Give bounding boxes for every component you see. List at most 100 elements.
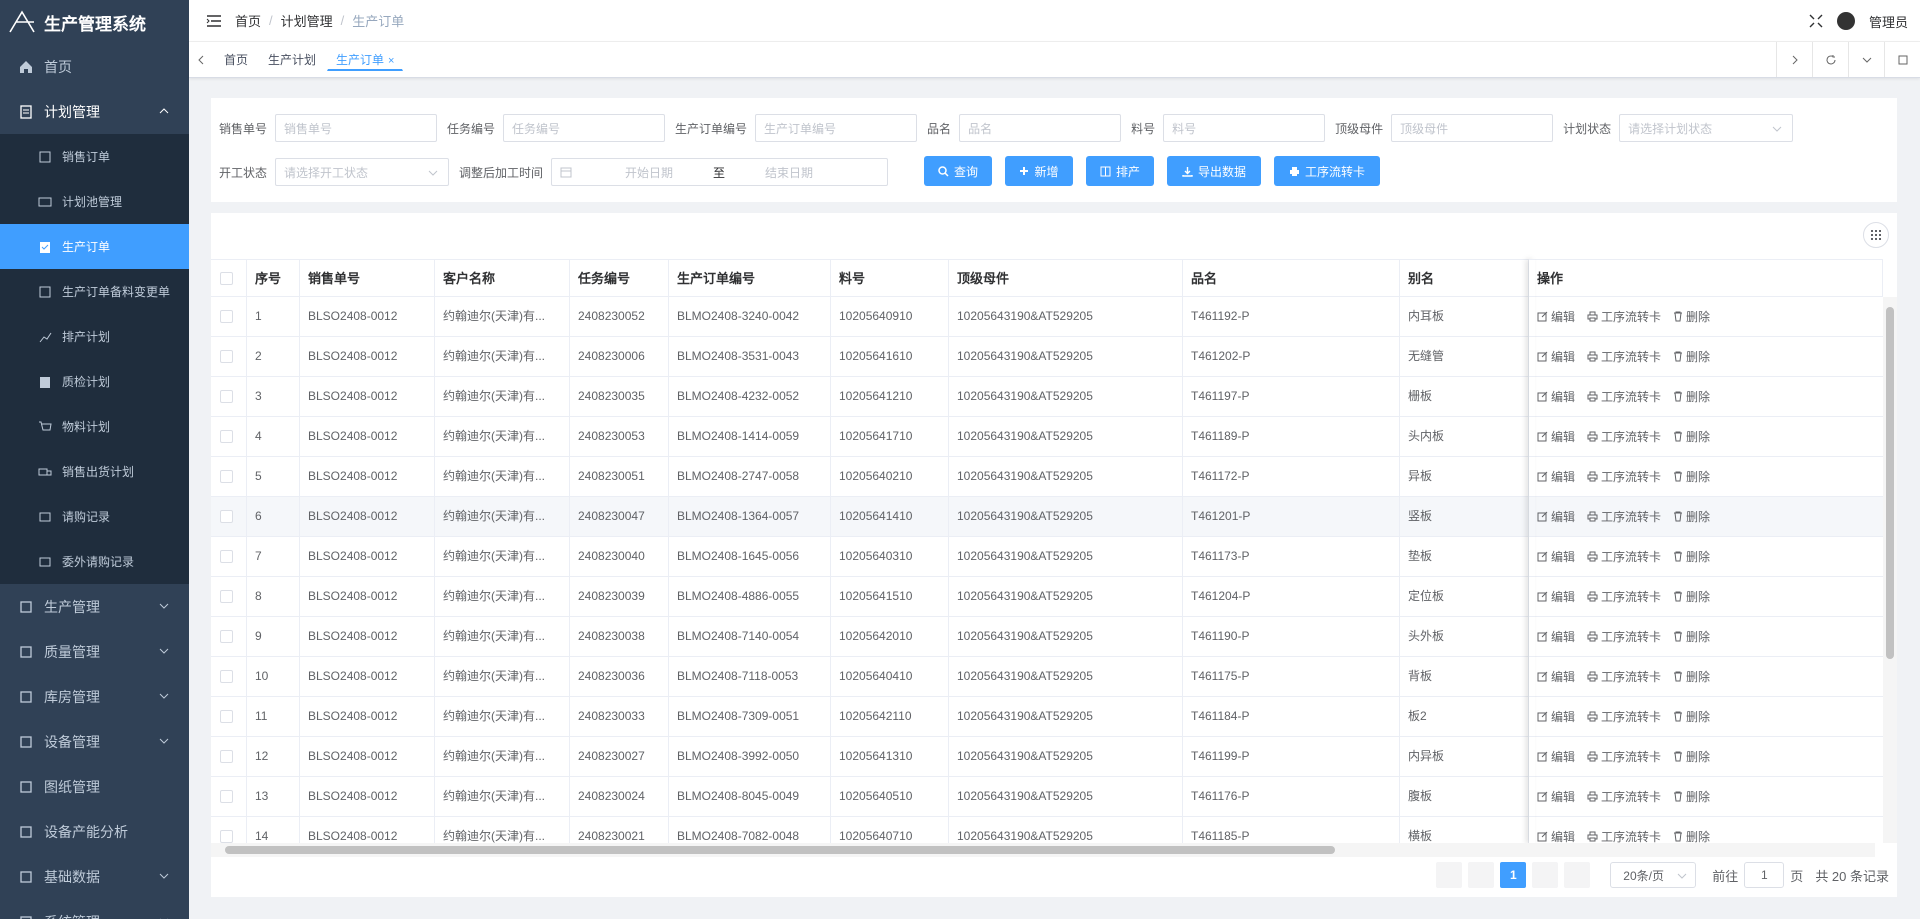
column-header[interactable]: 生产订单编号 <box>669 260 831 297</box>
order-no-input[interactable]: 生产订单编号 <box>755 114 918 142</box>
edit-button[interactable]: 编辑 <box>1537 708 1575 725</box>
column-header[interactable]: 客户名称 <box>435 260 570 297</box>
top-parent-input[interactable]: 顶级母件 <box>1391 114 1554 142</box>
menu-group[interactable]: 设备产能分析 <box>0 809 189 854</box>
delete-button[interactable]: 删除 <box>1673 388 1710 405</box>
edit-button[interactable]: 编辑 <box>1537 428 1575 445</box>
fullscreen-icon[interactable] <box>1809 14 1823 28</box>
edit-button[interactable]: 编辑 <box>1537 548 1575 565</box>
delete-button[interactable]: 删除 <box>1673 588 1710 605</box>
delete-button[interactable]: 删除 <box>1673 468 1710 485</box>
page-jump-input[interactable]: 1 <box>1744 862 1785 888</box>
flowcard-link[interactable]: 工序流转卡 <box>1587 548 1661 565</box>
menu-group[interactable]: 基础数据 <box>0 854 189 899</box>
material-input[interactable]: 料号 <box>1163 114 1326 142</box>
submenu-material-plan[interactable]: 物料计划 <box>0 404 189 449</box>
column-header[interactable]: 序号 <box>247 260 300 297</box>
submenu-qc-plan[interactable]: 质检计划 <box>0 359 189 404</box>
row-checkbox[interactable] <box>220 630 233 643</box>
submenu-production-order[interactable]: 生产订单 <box>0 224 189 269</box>
page-number[interactable]: 1 <box>1500 862 1527 888</box>
flowcard-link[interactable]: 工序流转卡 <box>1587 508 1661 525</box>
table-row[interactable]: 12 BLSO2408-0012 约翰迪尔(天津)有... 2408230027 BLM… <box>211 737 1883 777</box>
table-row[interactable]: 10 BLSO2408-0012 约翰迪尔(天津)有... 2408230036 BLM… <box>211 657 1883 697</box>
delete-button[interactable]: 删除 <box>1673 828 1710 843</box>
menu-group[interactable]: 库房管理 <box>0 674 189 719</box>
end-date-input[interactable]: 结束日期 <box>734 164 844 181</box>
row-checkbox[interactable] <box>220 790 233 803</box>
edit-button[interactable]: 编辑 <box>1537 468 1575 485</box>
table-row[interactable]: 7 BLSO2408-0012 约翰迪尔(天津)有... 2408230040 BLMO… <box>211 537 1883 577</box>
row-checkbox[interactable] <box>220 590 233 603</box>
table-row[interactable]: 13 BLSO2408-0012 约翰迪尔(天津)有... 2408230024 BLM… <box>211 777 1883 817</box>
delete-button[interactable]: 删除 <box>1673 508 1710 525</box>
add-button[interactable]: 新增 <box>1005 156 1073 186</box>
table-row[interactable]: 11 BLSO2408-0012 约翰迪尔(天津)有... 2408230033 BLM… <box>211 697 1883 737</box>
row-checkbox[interactable] <box>220 510 233 523</box>
menu-group[interactable]: 系统管理 <box>0 899 189 919</box>
table-row[interactable]: 14 BLSO2408-0012 约翰迪尔(天津)有... 2408230021 BLM… <box>211 817 1883 843</box>
row-checkbox[interactable] <box>220 350 233 363</box>
column-header[interactable]: 销售单号 <box>300 260 435 297</box>
menu-group[interactable]: 设备管理 <box>0 719 189 764</box>
vertical-scrollbar[interactable] <box>1883 297 1897 843</box>
table-row[interactable]: 4 BLSO2408-0012 约翰迪尔(天津)有... 2408230053 BLMO… <box>211 417 1883 457</box>
delete-button[interactable]: 删除 <box>1673 308 1710 325</box>
refresh-icon[interactable] <box>1812 42 1848 77</box>
tags-scroll-right-icon[interactable] <box>1776 42 1812 77</box>
flowcard-link[interactable]: 工序流转卡 <box>1587 748 1661 765</box>
column-header[interactable]: 任务编号 <box>570 260 669 297</box>
next-page-button[interactable] <box>1532 862 1559 888</box>
page-size-select[interactable]: 20条/页 <box>1610 862 1697 888</box>
submenu-shipment-plan[interactable]: 销售出货计划 <box>0 449 189 494</box>
horizontal-scrollbar[interactable] <box>211 843 1875 857</box>
column-header[interactable]: 品名 <box>1183 260 1400 297</box>
edit-button[interactable]: 编辑 <box>1537 788 1575 805</box>
query-button[interactable]: 查询 <box>924 156 992 186</box>
menu-plan[interactable]: 计划管理 <box>0 89 189 134</box>
start-status-select[interactable]: 请选择开工状态 <box>275 158 450 186</box>
menu-group[interactable]: 生产管理 <box>0 584 189 629</box>
tag-production-order[interactable]: 生产订单 × <box>327 49 404 71</box>
task-no-input[interactable]: 任务编号 <box>503 114 666 142</box>
flowcard-link[interactable]: 工序流转卡 <box>1587 788 1661 805</box>
chevron-down-icon[interactable] <box>1848 42 1884 77</box>
row-checkbox[interactable] <box>220 670 233 683</box>
column-settings-button[interactable] <box>1863 222 1889 248</box>
flowcard-link[interactable]: 工序流转卡 <box>1587 668 1661 685</box>
delete-button[interactable]: 删除 <box>1673 628 1710 645</box>
flowcard-link[interactable]: 工序流转卡 <box>1587 388 1661 405</box>
prev-page-button[interactable] <box>1468 862 1495 888</box>
submenu-plan-pool[interactable]: 计划池管理 <box>0 179 189 224</box>
hamburger-icon[interactable] <box>205 12 223 30</box>
first-page-button[interactable] <box>1436 862 1463 888</box>
app-logo[interactable]: 生产管理系统 <box>0 0 189 44</box>
table-row[interactable]: 2 BLSO2408-0012 约翰迪尔(天津)有... 2408230006 BLMO… <box>211 337 1883 377</box>
flowcard-link[interactable]: 工序流转卡 <box>1587 428 1661 445</box>
row-checkbox[interactable] <box>220 550 233 563</box>
avatar[interactable] <box>1836 12 1855 30</box>
submenu-material-change[interactable]: 生产订单备料变更单 <box>0 269 189 314</box>
column-header[interactable]: 顶级母件 <box>949 260 1183 297</box>
delete-button[interactable]: 删除 <box>1673 748 1710 765</box>
plan-status-select[interactable]: 请选择计划状态 <box>1619 114 1794 142</box>
last-page-button[interactable] <box>1564 862 1591 888</box>
flowcard-link[interactable]: 工序流转卡 <box>1587 348 1661 365</box>
edit-button[interactable]: 编辑 <box>1537 828 1575 843</box>
menu-group[interactable]: 质量管理 <box>0 629 189 674</box>
edit-button[interactable]: 编辑 <box>1537 388 1575 405</box>
row-checkbox[interactable] <box>220 430 233 443</box>
close-icon[interactable]: × <box>388 55 394 67</box>
column-header[interactable]: 别名 <box>1400 260 1529 297</box>
delete-button[interactable]: 删除 <box>1673 348 1710 365</box>
column-header[interactable]: 操作 <box>1529 260 1883 297</box>
flowcard-button[interactable]: 工序流转卡 <box>1274 156 1380 186</box>
maximize-icon[interactable] <box>1884 42 1920 77</box>
delete-button[interactable]: 删除 <box>1673 428 1710 445</box>
submenu-outsource-request[interactable]: 委外请购记录 <box>0 539 189 584</box>
edit-button[interactable]: 编辑 <box>1537 588 1575 605</box>
delete-button[interactable]: 删除 <box>1673 788 1710 805</box>
schedule-button[interactable]: 排产 <box>1086 156 1154 186</box>
flowcard-link[interactable]: 工序流转卡 <box>1587 468 1661 485</box>
tag-production-plan[interactable]: 生产计划 <box>259 49 325 71</box>
